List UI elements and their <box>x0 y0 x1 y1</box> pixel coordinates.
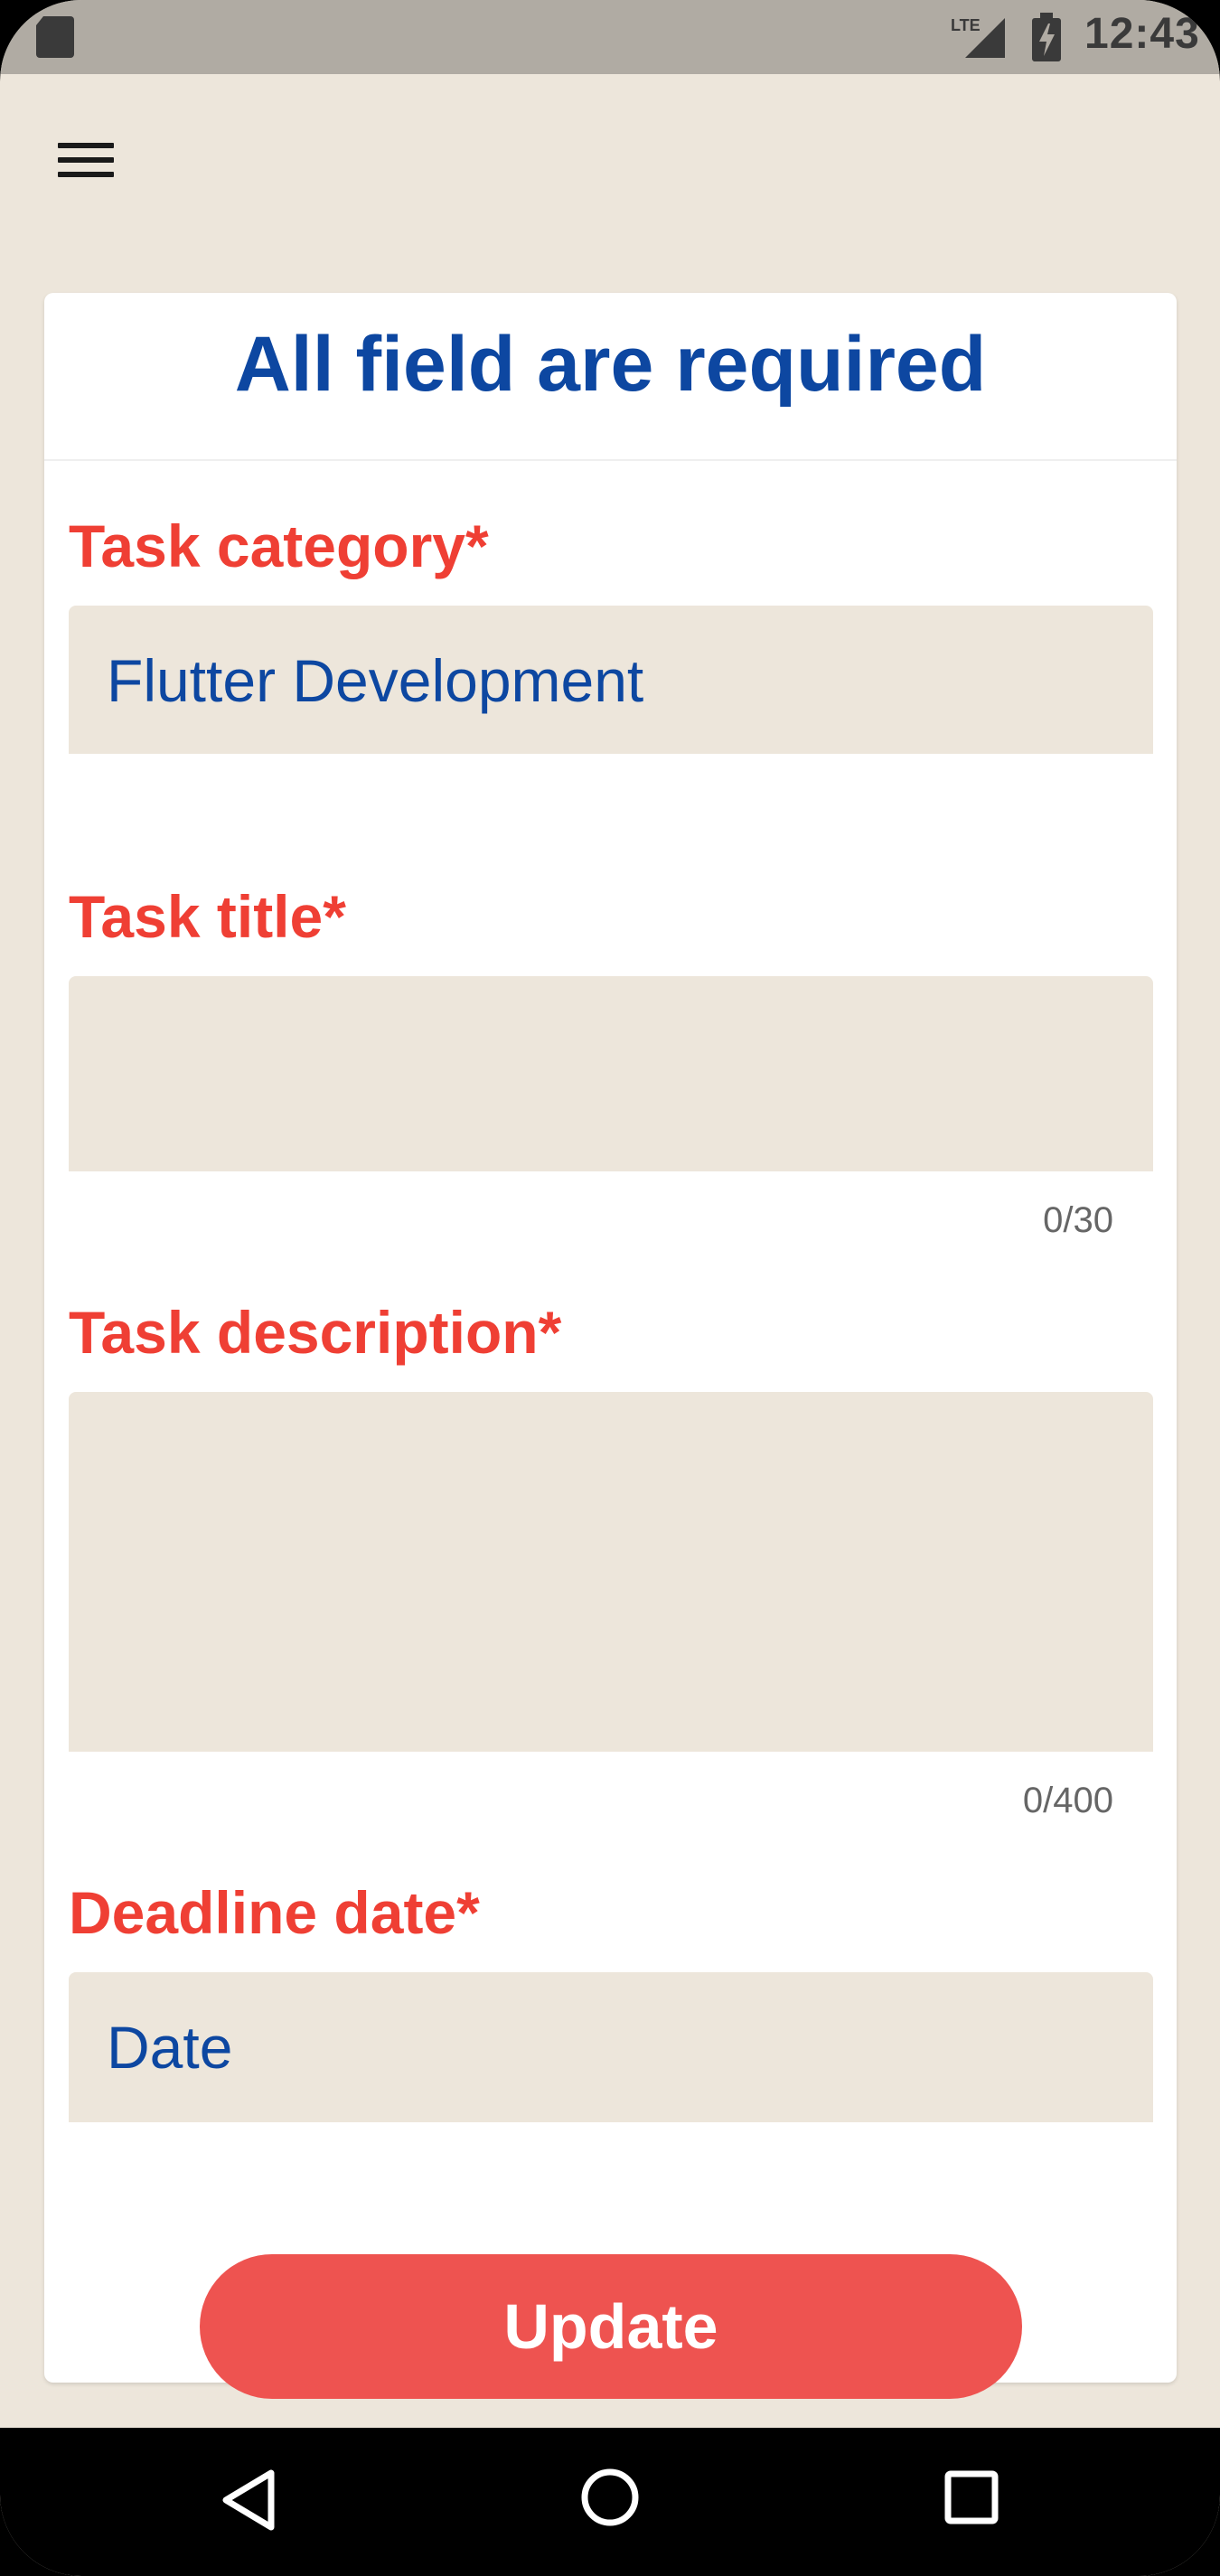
battery-charging-icon <box>1032 13 1061 61</box>
form-header: All field are required <box>44 293 1177 461</box>
task-category-select[interactable]: Flutter Development <box>69 606 1153 754</box>
back-triangle-icon[interactable] <box>221 2468 277 2533</box>
hamburger-menu-icon[interactable] <box>56 137 119 183</box>
svg-text:LTE: LTE <box>951 16 981 34</box>
sd-card-icon <box>36 16 74 58</box>
task-category-label: Task category* <box>69 512 489 579</box>
home-circle-icon[interactable] <box>580 2468 640 2527</box>
lte-signal-icon: LTE <box>951 16 1005 58</box>
form-title: All field are required <box>234 321 987 408</box>
task-title-label: Task title* <box>69 883 346 950</box>
update-button[interactable]: Update <box>200 2254 1022 2399</box>
navigation-bar <box>0 2428 1220 2576</box>
update-button-label: Update <box>503 2291 718 2362</box>
status-clock: 12:43 <box>1084 10 1200 58</box>
task-title-input[interactable] <box>69 976 1153 1171</box>
status-bar: LTE 12:43 <box>0 0 1220 74</box>
deadline-date-label: Deadline date* <box>69 1879 480 1946</box>
deadline-date-input[interactable]: Date <box>69 1972 1153 2122</box>
task-description-input[interactable] <box>69 1392 1153 1752</box>
task-description-counter: 0/400 <box>1022 1781 1113 1820</box>
task-title-counter: 0/30 <box>1043 1200 1113 1240</box>
task-category-value: Flutter Development <box>107 647 644 714</box>
recents-square-icon[interactable] <box>943 2469 999 2525</box>
task-form-card: All field are required Task category* Fl… <box>44 293 1177 2383</box>
task-description-label: Task description* <box>69 1299 562 1366</box>
deadline-date-value: Date <box>107 2014 233 2081</box>
phone-screen: LTE 12:43 All field are required Task ca… <box>0 0 1220 2576</box>
